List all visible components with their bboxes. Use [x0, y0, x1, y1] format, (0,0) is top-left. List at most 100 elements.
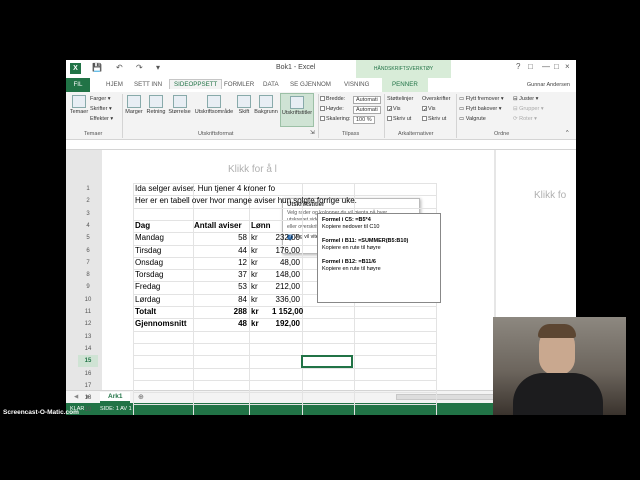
farger-button[interactable]: Farger ▾: [90, 96, 111, 102]
temaer-button[interactable]: Temaer: [68, 95, 90, 115]
presenter-hair: [538, 324, 576, 338]
print-area-icon: [207, 95, 221, 108]
stottelinjer-skrivut-checkbox[interactable]: Skriv ut: [387, 116, 411, 122]
group-label-arkalternativer: Arkalternativer: [398, 131, 434, 137]
group-label-tilpass: Tilpass: [342, 131, 360, 137]
ribbon-tabs: FIL HJEM SETT INN SIDEOPPSETT FORMLER DA…: [66, 78, 576, 92]
overskrifter-vis-checkbox[interactable]: ✓Vis: [422, 106, 436, 114]
overskrifter-skrivut-checkbox[interactable]: Skriv ut: [422, 116, 446, 122]
themes-icon: [72, 95, 86, 108]
print-titles-icon: [290, 96, 304, 109]
ribbon: Temaer Farger ▾ Skrifter ▾ Effekter ▾ Te…: [66, 92, 576, 140]
customize-qat-icon[interactable]: ▾: [156, 63, 160, 72]
group-separator: [384, 94, 385, 138]
group-separator: [122, 94, 123, 138]
presenter-shirt: [513, 373, 603, 415]
close-icon[interactable]: ×: [565, 62, 570, 71]
sheet-tab-ark1[interactable]: Ark1: [100, 392, 131, 403]
utskriftsomrade-button[interactable]: Utskriftsområde: [192, 95, 236, 115]
undo-icon[interactable]: ↶: [116, 63, 123, 72]
hoyde-label: Høyde:: [320, 106, 344, 112]
tab-sett-inn[interactable]: SETT INN: [134, 81, 162, 88]
minimize-icon[interactable]: —: [542, 62, 550, 71]
tab-scroll-left-icon[interactable]: ◀: [74, 394, 78, 400]
width-icon: [320, 96, 325, 102]
tab-penner[interactable]: PENNER: [382, 78, 428, 92]
note-line-6: Kopiere en rute til høyre: [322, 266, 381, 273]
checkbox-icon: [422, 116, 427, 122]
group-separator: [318, 94, 319, 138]
tab-sideoppsett[interactable]: SIDEOPPSETT: [169, 79, 223, 89]
webcam-overlay: [493, 317, 626, 415]
background-icon: [259, 95, 273, 108]
tab-fil[interactable]: FIL: [66, 78, 90, 92]
size-icon: [172, 95, 187, 108]
utskriftstitler-button[interactable]: Utskriftstitler: [280, 93, 314, 127]
bredde-dropdown[interactable]: Automati: [353, 96, 381, 104]
tooltip-title: Utskriftstitler: [287, 202, 325, 208]
note-line-4: Kopiere en rute til høyre: [322, 245, 381, 252]
contextual-tab-title: HÅNDSKRIFTSVERKTØY: [356, 60, 451, 78]
excel-logo-icon: X: [70, 63, 81, 74]
formula-bar[interactable]: [66, 140, 576, 150]
note-line-5: Formel i B12: =B11/6: [322, 258, 376, 265]
maximize-icon[interactable]: □: [554, 62, 559, 71]
skift-button[interactable]: Skift: [236, 95, 252, 115]
checkbox-icon: [387, 116, 392, 122]
orientation-icon: [149, 95, 163, 108]
group-label-utskriftsformat: Utskriftsformat: [198, 131, 234, 137]
flytt-fremover-button[interactable]: ▭ Flytt fremover ▾: [459, 96, 504, 102]
page-setup-launcher-icon[interactable]: ⇲: [310, 130, 315, 136]
screencast-watermark: Screencast-O-Matic.com: [3, 409, 79, 416]
tab-scroll-right-icon[interactable]: ▶: [86, 394, 90, 400]
header-placeholder-2[interactable]: Klikk fo: [534, 190, 566, 201]
bredde-label: Bredde:: [320, 96, 345, 102]
checkbox-checked-icon: ✓: [422, 106, 428, 114]
grupper-button[interactable]: ⊟ Grupper ▾: [513, 106, 544, 112]
skalering-label: Skalering:: [320, 116, 350, 122]
stottelinjer-heading: Støttelinjer: [387, 96, 414, 102]
note-line-3: Formel i B11: =SUMMER(B5:B10): [322, 237, 409, 244]
tab-visning[interactable]: VISNING: [344, 81, 369, 88]
valgrute-button[interactable]: ▭ Valgrute: [459, 116, 486, 122]
tab-se-gjennom[interactable]: SE GJENNOM: [290, 81, 331, 88]
retning-button[interactable]: Retning: [145, 95, 167, 115]
marger-button[interactable]: Marger: [124, 95, 144, 115]
help-icon: ?: [287, 234, 293, 240]
group-separator: [456, 94, 457, 138]
top-letterbox: [0, 0, 640, 60]
header-placeholder[interactable]: Klikk for å l: [228, 164, 277, 175]
storrelse-button[interactable]: Størrelse: [167, 95, 192, 115]
tab-hjem[interactable]: HJEM: [106, 81, 123, 88]
formula-notes-textbox[interactable]: Formel i C5: =B5*4 Kopiere nedover til C…: [317, 213, 441, 303]
bottom-letterbox: [0, 415, 640, 480]
roter-button[interactable]: ⟳ Roter ▾: [513, 116, 537, 122]
add-sheet-icon[interactable]: ⊕: [138, 393, 144, 401]
tab-formler[interactable]: FORMLER: [224, 81, 254, 88]
title-bar: X 💾 ↶ ↷ ▾ Bok1 - Excel HÅNDSKRIFTSVERKTØ…: [66, 60, 576, 78]
hoyde-dropdown[interactable]: Automati: [353, 106, 381, 114]
help-icon[interactable]: ?: [516, 62, 520, 71]
effekter-button[interactable]: Effekter ▾: [90, 116, 113, 122]
note-line-1: Formel i C5: =B5*4: [322, 217, 371, 223]
juster-button[interactable]: ⊟ Juster ▾: [513, 96, 538, 102]
group-label-temaer: Temaer: [84, 131, 103, 137]
save-icon[interactable]: 💾: [92, 63, 102, 72]
margins-icon: [127, 95, 141, 108]
flytt-bakover-button[interactable]: ▭ Flytt bakover ▾: [459, 106, 502, 112]
stottelinjer-vis-checkbox[interactable]: ✓Vis: [387, 106, 401, 113]
row-headers: [66, 150, 102, 390]
bakgrunn-button[interactable]: Bakgrunn: [253, 95, 279, 115]
ribbon-options-icon[interactable]: □: [528, 62, 533, 71]
collapse-ribbon-icon[interactable]: ^: [566, 130, 569, 136]
height-icon: [320, 106, 325, 112]
group-label-ordne: Ordne: [494, 131, 510, 137]
tab-data[interactable]: DATA: [263, 81, 279, 88]
skalering-spinner[interactable]: 100 %: [353, 116, 375, 124]
scale-icon: [320, 116, 325, 122]
user-name[interactable]: Gunnar Andersen: [527, 82, 570, 88]
skrifter-button[interactable]: Skrifter ▾: [90, 106, 112, 112]
note-line-2: Kopiere nedover til C10: [322, 224, 380, 231]
overskrifter-heading: Overskrifter: [422, 96, 451, 102]
redo-icon[interactable]: ↷: [136, 63, 143, 72]
